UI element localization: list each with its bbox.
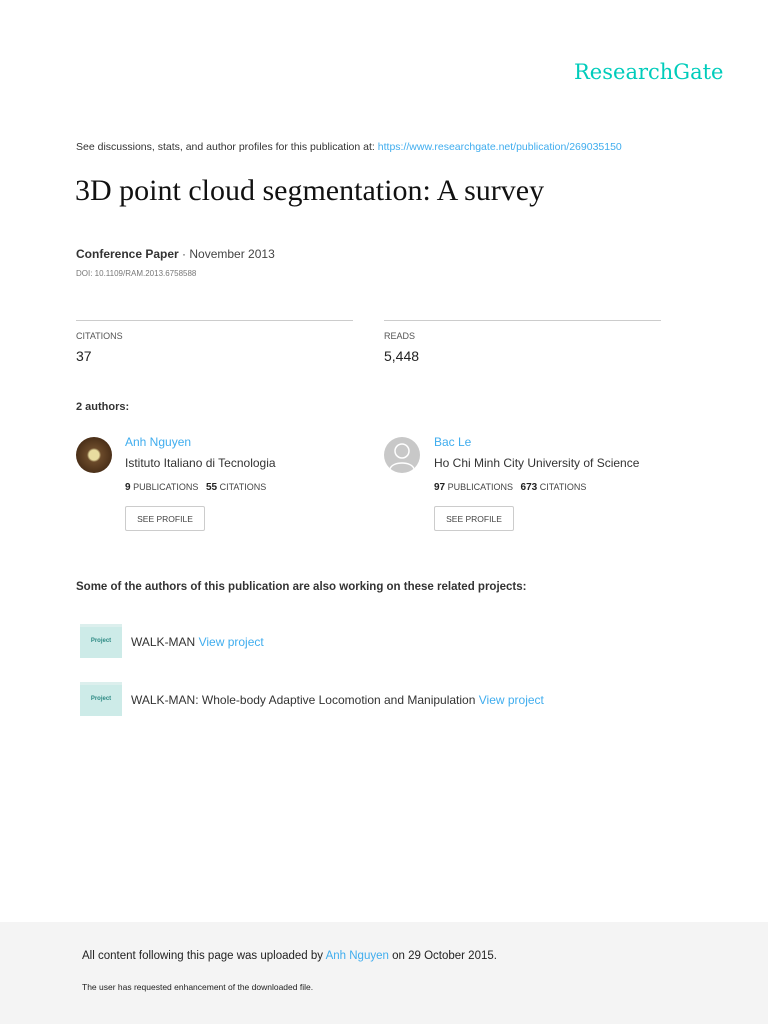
avatar-placeholder-icon[interactable]	[384, 437, 420, 473]
authors-heading: 2 authors:	[76, 401, 130, 413]
projects-heading: Some of the authors of this publication …	[76, 581, 527, 593]
reads-label: READS	[384, 331, 416, 341]
footer	[0, 922, 768, 1024]
researchgate-logo: ResearchGate	[574, 60, 724, 84]
divider	[384, 320, 661, 321]
upload-prefix: All content following this page was uplo…	[82, 950, 324, 962]
upload-suffix: on 29 October 2015.	[392, 950, 497, 962]
project-name: WALK-MAN	[131, 635, 196, 649]
view-project-link[interactable]: View project	[199, 635, 264, 649]
publications-label: PUBLICATIONS	[133, 482, 199, 492]
citations-label: CITATIONS	[539, 482, 587, 492]
project-item: WALK-MAN View project	[131, 635, 264, 649]
citations-count: 37	[76, 348, 92, 364]
citations-label: CITATIONS	[219, 482, 267, 492]
publications-label: PUBLICATIONS	[447, 482, 513, 492]
upload-info: All content following this page was uplo…	[82, 950, 497, 962]
publication-type-date: Conference Paper · November 2013	[76, 247, 275, 261]
project-folder-icon: Project	[80, 682, 122, 716]
project-name: WALK-MAN: Whole-body Adaptive Locomotion…	[131, 693, 476, 707]
citations-count: 673	[520, 482, 538, 493]
author-name-link[interactable]: Bac Le	[434, 435, 471, 449]
publications-count: 9	[125, 482, 131, 493]
publication-link-line: See discussions, stats, and author profi…	[76, 141, 622, 153]
citations-label: CITATIONS	[76, 331, 123, 341]
publication-date: · November 2013	[178, 247, 275, 261]
see-profile-button[interactable]: SEE PROFILE	[434, 506, 514, 531]
see-text: See discussions, stats, and author profi…	[76, 141, 375, 153]
author-institution: Ho Chi Minh City University of Science	[434, 456, 640, 470]
view-project-link[interactable]: View project	[479, 693, 544, 707]
project-item: WALK-MAN: Whole-body Adaptive Locomotion…	[131, 693, 544, 707]
citations-count: 55	[205, 482, 218, 493]
see-profile-button[interactable]: SEE PROFILE	[125, 506, 205, 531]
reads-count: 5,448	[384, 348, 420, 364]
divider	[76, 320, 353, 321]
author-stats: 9 PUBLICATIONS 55 CITATIONS	[125, 482, 266, 493]
request-note: The user has requested enhancement of th…	[82, 982, 314, 992]
project-folder-icon: Project	[80, 624, 122, 658]
publication-doi: DOI: 10.1109/RAM.2013.6758588	[76, 269, 197, 278]
publication-url-link[interactable]: https://www.researchgate.net/publication…	[378, 141, 622, 153]
author-stats: 97 PUBLICATIONS 673 CITATIONS	[434, 482, 586, 493]
publication-title: 3D point cloud segmentation: A survey	[75, 174, 545, 207]
publications-count: 97	[434, 482, 446, 493]
author-institution: Istituto Italiano di Tecnologia	[125, 456, 276, 470]
publication-type: Conference Paper	[76, 247, 179, 261]
uploader-link[interactable]: Anh Nguyen	[326, 950, 389, 962]
avatar[interactable]	[76, 437, 112, 473]
author-name-link[interactable]: Anh Nguyen	[125, 435, 191, 449]
